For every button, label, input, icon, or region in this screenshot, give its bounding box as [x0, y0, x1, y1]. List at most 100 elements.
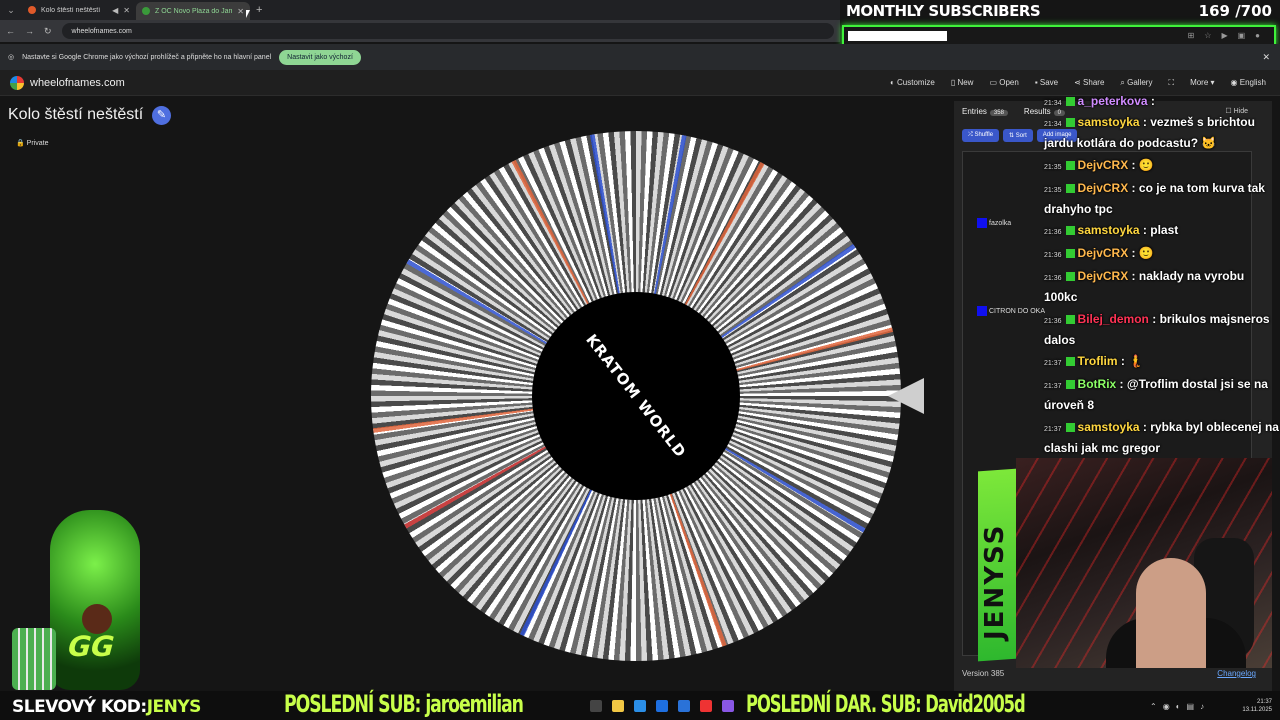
share-button[interactable]: ⋖ Share [1074, 78, 1104, 88]
screen: ⌄ Kolo štěstí neštěstí ◀ ✕ Z OC Novo Pla… [0, 0, 1280, 720]
chat-message: 21:37 Troflim : 🧜 [1044, 354, 1144, 368]
chat-message: 21:37 samstoyka : rybka byl oblecenej na … [1044, 420, 1279, 455]
extension-icon[interactable]: ▣ [1238, 31, 1246, 40]
chat-user: DejvCRX [1077, 158, 1129, 172]
list-item: CITRON DO OKA [977, 306, 1045, 316]
jar-image [12, 628, 56, 690]
brand-text: JENYSS [980, 523, 1010, 640]
system-clock[interactable]: 21:37 13.11.2025 [1242, 698, 1272, 714]
chat-user: Troflim [1077, 354, 1118, 368]
entry-image [977, 306, 987, 316]
gallery-button[interactable]: ⌕ Gallery [1120, 78, 1152, 88]
translate-icon[interactable]: ⊞ [1188, 31, 1195, 40]
last-gift-sub-label: POSLEDNÍ DAR. SUB: David2005d [746, 690, 1026, 718]
discount-code: SLEVOVÝ KOD:JENYS [12, 697, 201, 717]
subs-progress-fill [848, 31, 947, 41]
chat-message: 21:35 DejvCRX : co je na tom kurva tak dr… [1044, 181, 1265, 216]
fullscreen-icon[interactable]: ⛶ [1168, 78, 1174, 88]
chat-user: samstoyka [1077, 223, 1140, 237]
wheel-center-text: KRATOM WORLD [582, 330, 690, 462]
pencil-icon: ✎ [156, 109, 167, 121]
address-bar[interactable]: wheelofnames.com [61, 23, 834, 39]
entries-count: 358 [989, 110, 1008, 116]
tab-entries[interactable]: Entries 358 [962, 107, 1008, 116]
mascot-logo: GG [63, 630, 119, 663]
chat-user: DejvCRX [1077, 181, 1129, 195]
page-title: Kolo štěstí neštěstí [8, 106, 144, 123]
wheel-center[interactable]: KRATOM WORLD [532, 292, 740, 500]
language-button[interactable]: ◉ English [1231, 78, 1266, 88]
close-infobar-icon[interactable]: ✕ [1262, 52, 1270, 63]
chat-message: 21:35 DejvCRX : 🙂 [1044, 158, 1154, 172]
app-icon[interactable] [700, 700, 712, 712]
explorer-icon[interactable] [612, 700, 624, 712]
close-tab-icon[interactable]: ✕ [123, 6, 130, 15]
badge-icon [1065, 249, 1075, 259]
chat-user: samstoyka [1077, 115, 1140, 129]
browser-toolbar: ← → ↻ wheelofnames.com [0, 20, 840, 42]
browser-extension-icons[interactable]: ⊞ ☆ ▶ ▣ ● [1188, 31, 1260, 40]
badge-icon [1065, 226, 1075, 236]
chat-message: 21:37 BotRix : @Troflim dostal jsi se na … [1044, 377, 1268, 412]
badge-icon [1065, 380, 1075, 390]
chat-message: 21:34 a_peterkova : [1044, 94, 1155, 108]
close-tab-icon[interactable]: ✕ [237, 7, 244, 16]
new-tab-button[interactable]: + [250, 4, 262, 16]
set-default-button[interactable]: Nastavit jako výchozí [279, 49, 361, 65]
taskview-icon[interactable] [590, 700, 602, 712]
chat-user: samstoyka [1077, 420, 1140, 434]
wheel[interactable]: KRATOM WORLD [371, 131, 901, 661]
audio-icon[interactable]: ◀ [112, 6, 118, 15]
chat-user: DejvCRX [1077, 269, 1129, 283]
reload-icon[interactable]: ↻ [44, 26, 52, 37]
edit-title-button[interactable]: ✎ [152, 106, 171, 125]
discord-icon[interactable] [722, 700, 734, 712]
system-tray-icons[interactable]: ⌃◉◐▤♪ [1150, 702, 1210, 711]
favicon-icon [28, 6, 36, 14]
open-button[interactable]: ▭ Open [989, 78, 1018, 88]
changelog-link[interactable]: Changelog [1217, 669, 1256, 678]
badge-icon [1065, 118, 1075, 128]
tab-search-icon[interactable]: ⌄ [0, 5, 22, 16]
streamer-face [1136, 558, 1206, 668]
tab-wheel[interactable]: Kolo štěstí neštěstí ◀ ✕ [22, 1, 136, 19]
profile-icon[interactable]: ● [1255, 31, 1260, 40]
subs-count: 169 /700 [1198, 2, 1272, 20]
forward-icon[interactable]: → [25, 26, 34, 36]
lock-icon: 🔒 [16, 140, 25, 147]
mascot-image: GG [10, 500, 175, 700]
customize-button[interactable]: ◐ Customize [890, 78, 935, 88]
visibility-label[interactable]: 🔒 Private [16, 139, 48, 147]
triangle-pointer-icon [888, 378, 924, 414]
wheel-logo-icon [10, 75, 24, 90]
chrome-icon: ◎ [8, 54, 15, 61]
last-sub-label: POSLEDNÍ SUB: jaroemilian [284, 690, 524, 718]
play-icon[interactable]: ▶ [1221, 31, 1227, 40]
tab-maps[interactable]: Z OC Novo Plaza do James De ✕ [136, 2, 250, 20]
star-icon[interactable]: ☆ [1204, 31, 1211, 40]
badge-icon [1065, 184, 1075, 194]
store-icon[interactable] [656, 700, 668, 712]
mouse-cursor-icon [246, 10, 250, 18]
infobar-text: Nastavte si Google Chrome jako výchozí p… [22, 53, 272, 61]
favicon-icon [142, 7, 150, 15]
more-menu[interactable]: More ▾ [1190, 78, 1214, 88]
edge-icon[interactable] [634, 700, 646, 712]
new-button[interactable]: ▯ New [951, 78, 974, 88]
site-nav: ◐ Customize ▯ New ▭ Open ▪ Save ⋖ Share … [890, 78, 1280, 88]
webcam-feed [1016, 458, 1272, 668]
site-logo[interactable]: wheelofnames.com [0, 75, 125, 90]
shuffle-button[interactable]: ⤮ Shuffle [962, 129, 1000, 142]
mail-icon[interactable] [678, 700, 690, 712]
list-item: fazolka [977, 218, 1011, 228]
badge-icon [1065, 161, 1075, 171]
sort-button[interactable]: ⇅ Sort [1003, 129, 1033, 142]
badge-icon [1065, 97, 1075, 107]
save-button[interactable]: ▪ Save [1035, 78, 1058, 88]
entry-image [977, 218, 987, 228]
chat-message: 21:36 samstoyka : plast [1044, 223, 1179, 237]
tab-label: Kolo štěstí neštěstí [41, 6, 101, 14]
back-icon[interactable]: ← [6, 26, 15, 36]
chat-user: a_peterkova [1077, 94, 1148, 108]
badge-icon [1065, 272, 1075, 282]
